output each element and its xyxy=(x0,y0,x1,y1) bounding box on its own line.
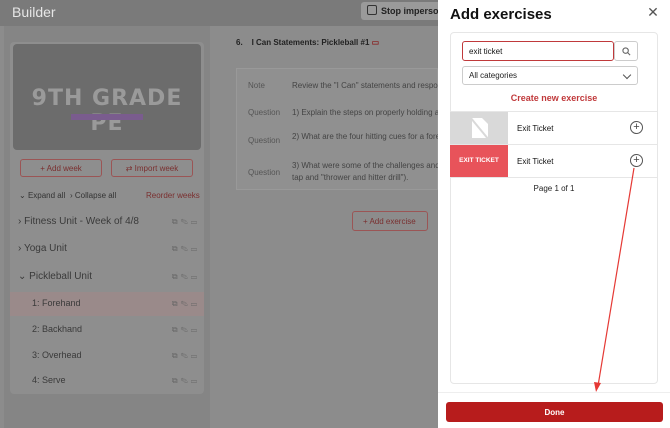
collapse-all-label: Collapse all xyxy=(74,191,117,200)
category-select[interactable]: All categories xyxy=(462,66,638,85)
exercise-thumbnail xyxy=(450,112,508,145)
tag-icon xyxy=(469,116,490,141)
exercise-list-item[interactable]: EXIT TICKET Exit Ticket + xyxy=(450,144,658,178)
row-text: 3) What were some of the challenges and xyxy=(292,161,438,170)
week-label: Fitness Unit - Week of 4/8 xyxy=(24,216,139,227)
collapse-all-link[interactable]: › Collapse all xyxy=(70,191,116,200)
day-label: 2: Backhand xyxy=(32,324,83,334)
week-label: Pickleball Unit xyxy=(29,271,92,282)
category-value: All categories xyxy=(469,71,518,80)
expand-all-label: Expand all xyxy=(27,191,66,200)
day-label: 1: Forehand xyxy=(32,298,81,308)
row-type-label: Question xyxy=(248,136,281,145)
chevron-down-icon xyxy=(622,70,632,80)
row-actions-icons: ⧉✎▭ xyxy=(171,299,200,308)
day-row[interactable]: 4: Serve ⧉✎▭ xyxy=(10,369,204,393)
exercise-title: I Can Statements: Pickleball #1 xyxy=(251,38,370,47)
cover-image: 9TH GRADE PE xyxy=(13,44,201,150)
row-actions-icons: ⧉✎▭ xyxy=(171,244,200,253)
day-row[interactable]: 3: Overhead ⧉✎▭ xyxy=(10,344,204,368)
row-actions-icons: ⧉✎▭ xyxy=(171,217,200,226)
row-text: 2) What are the four hitting cues for a … xyxy=(292,132,438,141)
add-week-label: Add week xyxy=(46,164,82,173)
day-row[interactable]: 2: Backhand ⧉✎▭ xyxy=(10,318,204,342)
cover-title: 9TH GRADE PE xyxy=(31,86,183,136)
exercise-thumbnail: EXIT TICKET xyxy=(450,145,508,178)
day-label: 4: Serve xyxy=(32,375,66,385)
exercise-list-item[interactable]: Exit Ticket + xyxy=(450,111,658,145)
pagination: Page 1 of 1 xyxy=(533,184,575,193)
row-actions-icons: ⧉✎▭ xyxy=(171,376,200,385)
close-icon[interactable]: ✕ xyxy=(646,5,660,19)
create-new-exercise-link[interactable]: Create new exercise xyxy=(450,93,658,103)
reorder-weeks-link[interactable]: Reorder weeks xyxy=(146,191,200,200)
stop-icon xyxy=(367,5,377,15)
app-title: Builder xyxy=(12,4,56,20)
exercise-name: Exit Ticket xyxy=(517,157,554,166)
exercise-name: Exit Ticket xyxy=(517,124,554,133)
cover-bar xyxy=(71,114,143,120)
add-exercise-label: Add exercise xyxy=(369,217,416,226)
row-actions-icons: ⧉✎▭ xyxy=(171,325,200,334)
row-type-label: Question xyxy=(248,168,281,177)
week-row[interactable]: ⌄ Pickleball Unit ⧉✎▭ xyxy=(10,265,204,289)
row-actions-icons: ⧉✎▭ xyxy=(171,351,200,360)
import-week-button[interactable]: ⇄ Import week xyxy=(111,159,193,177)
list-divider xyxy=(450,177,658,178)
done-button[interactable]: Done xyxy=(446,402,663,422)
row-actions-icons: ⧉✎▭ xyxy=(171,272,200,281)
add-exercise-button[interactable]: + Add exercise xyxy=(352,211,428,231)
exercise-header: 6. I Can Statements: Pickleball #1 ▭ xyxy=(236,38,379,47)
expand-all-link[interactable]: ⌄ Expand all xyxy=(19,191,65,200)
row-text: Review the "I Can" statements and respon xyxy=(292,81,438,90)
exercise-number: 6. xyxy=(236,38,243,47)
search-input[interactable] xyxy=(462,41,614,61)
add-week-button[interactable]: + Add week xyxy=(20,159,102,177)
add-circle-icon[interactable]: + xyxy=(630,154,643,167)
day-row[interactable]: 1: Forehand ⧉✎▭ xyxy=(10,292,204,316)
panel-title: Add exercises xyxy=(450,6,552,23)
search-button[interactable] xyxy=(614,41,638,61)
add-circle-icon[interactable]: + xyxy=(630,121,643,134)
week-row[interactable]: › Fitness Unit - Week of 4/8 ⧉✎▭ xyxy=(10,210,204,234)
import-week-label: Import week xyxy=(134,164,179,173)
day-label: 3: Overhead xyxy=(32,350,82,360)
video-icon: ▭ xyxy=(371,38,380,47)
row-type-label: Note xyxy=(248,81,265,90)
row-text: 1) Explain the steps on properly holding… xyxy=(292,108,438,117)
footer-divider xyxy=(438,392,670,393)
search-icon xyxy=(622,47,631,56)
week-row[interactable]: › Yoga Unit ⧉✎▭ xyxy=(10,237,204,261)
row-type-label: Question xyxy=(248,108,281,117)
row-text: tap and "thrower and hitter drill"). xyxy=(292,173,409,182)
add-exercises-panel: Add exercises ✕ All categories Create ne… xyxy=(438,0,670,428)
week-label: Yoga Unit xyxy=(23,243,67,254)
